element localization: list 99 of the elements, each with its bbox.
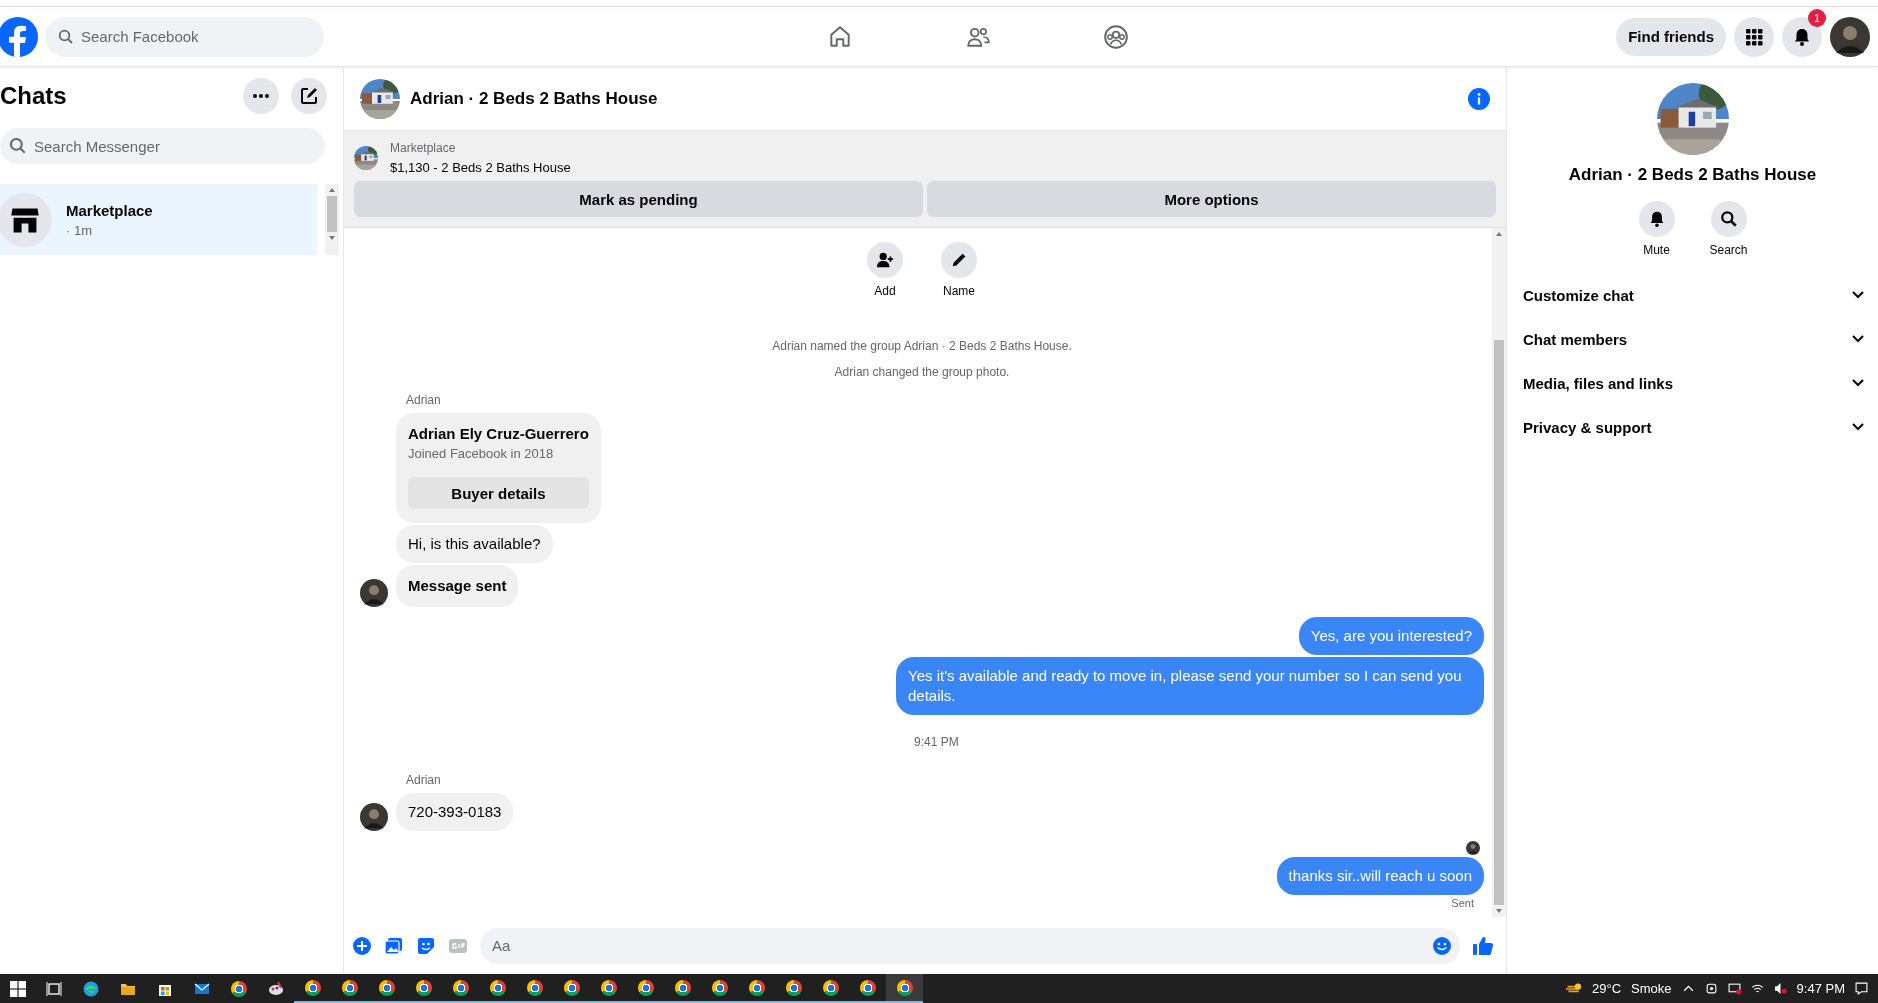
incoming-message: Message sent — [396, 565, 519, 607]
browser-icon — [452, 979, 469, 996]
timestamp: 9:41 PM — [913, 735, 960, 749]
profile-joined: Joined Facebook in 2018 — [408, 446, 555, 461]
info-icon[interactable] — [1468, 87, 1490, 110]
chat-time: · 1m — [66, 222, 93, 238]
profile-name: Adrian Ely Cruz-Guerrero — [408, 425, 589, 442]
browser-icon — [341, 979, 358, 996]
sticker-icon[interactable] — [416, 935, 436, 956]
options-button[interactable] — [243, 78, 279, 114]
clock: 9:47 PM — [1796, 981, 1845, 996]
weather-condition: Smoke — [1631, 981, 1672, 996]
buyer-details-button[interactable]: Buyer details — [408, 477, 589, 509]
compose-icon — [299, 86, 319, 106]
notification-badge: 1 — [1808, 8, 1826, 27]
taskbar-app[interactable] — [886, 974, 923, 1003]
section-header[interactable]: Customize chat — [1507, 273, 1878, 317]
chats-title: Chats — [0, 82, 67, 110]
browser-icon — [711, 979, 728, 996]
sender-name: Adrian — [406, 773, 442, 787]
notification-icon[interactable] — [1855, 982, 1868, 995]
pencil-icon — [950, 251, 968, 269]
new-message-button[interactable] — [291, 78, 327, 114]
browser-icon — [822, 979, 839, 996]
bell-icon — [1792, 26, 1812, 47]
browser-icon — [82, 980, 99, 997]
scrollbar[interactable] — [325, 184, 339, 255]
search-field[interactable]: Search Messenger — [0, 128, 325, 164]
chat-action-button[interactable]: Search — [1702, 201, 1755, 257]
more-icon — [253, 94, 269, 98]
section-header[interactable]: Chat members — [1507, 317, 1878, 361]
scroll-up-icon[interactable] — [1496, 232, 1502, 236]
browser-icon — [674, 979, 691, 996]
browser-icon — [304, 979, 321, 996]
listing-action-button[interactable]: More options — [927, 181, 1496, 217]
scroll-down-icon[interactable] — [329, 236, 335, 240]
add-person-icon — [876, 251, 894, 269]
palette-icon — [267, 980, 284, 997]
listing-title: $1,130 - 2 Beds 2 Baths House — [390, 160, 571, 175]
menu-button[interactable] — [1734, 16, 1774, 57]
system-message: Adrian named the group Adrian · 2 Beds 2 Baths House. — [771, 339, 1073, 353]
chat-action-button[interactable]: Mute — [1630, 201, 1683, 257]
browser-icon — [896, 979, 913, 996]
search-icon — [1719, 210, 1738, 228]
section-header[interactable]: Privacy & support — [1507, 405, 1878, 449]
chat-item[interactable]: Marketplace · 1m — [0, 184, 317, 255]
avatar — [360, 579, 388, 607]
browser-icon — [600, 979, 617, 996]
chat-title: Adrian · 2 Beds 2 Baths House — [1568, 165, 1817, 185]
search-icon — [9, 137, 27, 155]
emoji-icon[interactable] — [1432, 935, 1452, 956]
listing-source: Marketplace — [390, 141, 457, 155]
delivery-status: Sent — [1451, 897, 1475, 909]
browser-icon — [378, 979, 395, 996]
system-message: Adrian changed the group photo. — [833, 365, 1011, 379]
temperature: 29°C — [1592, 981, 1622, 996]
browser-icon — [637, 979, 654, 996]
image-icon[interactable] — [384, 935, 404, 956]
outgoing-message: thanks sir..will reach u soon — [1276, 857, 1484, 895]
browser-icon — [415, 979, 432, 996]
avatar — [1466, 841, 1480, 855]
home-icon[interactable] — [827, 23, 853, 50]
logo-icon[interactable] — [0, 16, 38, 57]
search-field[interactable]: Search Facebook — [45, 16, 324, 57]
outgoing-message: Yes, are you interested? — [1298, 617, 1484, 655]
browser-icon — [748, 979, 765, 996]
windows-start-icon[interactable] — [10, 980, 26, 997]
groups-icon[interactable] — [1103, 23, 1129, 50]
scrollbar[interactable] — [1492, 228, 1506, 917]
browser-icon — [489, 979, 506, 996]
outgoing-message: Yes it's available and ready to move in, please send your number so I can send you details. — [896, 657, 1484, 715]
browser-icon — [563, 979, 580, 996]
display-icon[interactable] — [1727, 982, 1741, 995]
browser-icon — [230, 980, 247, 997]
wifi-icon[interactable] — [1750, 982, 1764, 995]
conversation-title: Adrian · 2 Beds 2 Baths House — [410, 88, 659, 109]
browser-icon — [859, 979, 876, 996]
task-view-icon[interactable] — [46, 980, 62, 997]
notifications-button[interactable] — [1782, 16, 1822, 57]
browser-icon — [526, 979, 543, 996]
sender-name: Adrian — [406, 393, 442, 407]
avatar — [1830, 16, 1870, 57]
listing-action-button[interactable]: Mark as pending — [354, 181, 923, 217]
browser-icon — [785, 979, 802, 996]
search-icon — [58, 28, 74, 45]
like-icon[interactable] — [1472, 934, 1494, 957]
message-field[interactable]: Aa — [480, 927, 1460, 964]
scroll-up-icon[interactable] — [329, 188, 335, 192]
speaker-icon[interactable] — [1773, 982, 1787, 995]
find-friends-button[interactable]: Find friends — [1616, 17, 1726, 56]
camera-icon[interactable] — [1704, 982, 1718, 995]
incoming-message: 720-393-0183 — [396, 793, 514, 831]
incoming-message: Hi, is this available? — [396, 525, 553, 563]
scroll-down-icon[interactable] — [1496, 909, 1502, 913]
avatar — [360, 803, 388, 831]
plus-icon[interactable] — [352, 935, 372, 956]
chat-name: Marketplace — [66, 201, 153, 219]
grid-icon — [1744, 26, 1764, 47]
section-header[interactable]: Media, files and links — [1507, 361, 1878, 405]
